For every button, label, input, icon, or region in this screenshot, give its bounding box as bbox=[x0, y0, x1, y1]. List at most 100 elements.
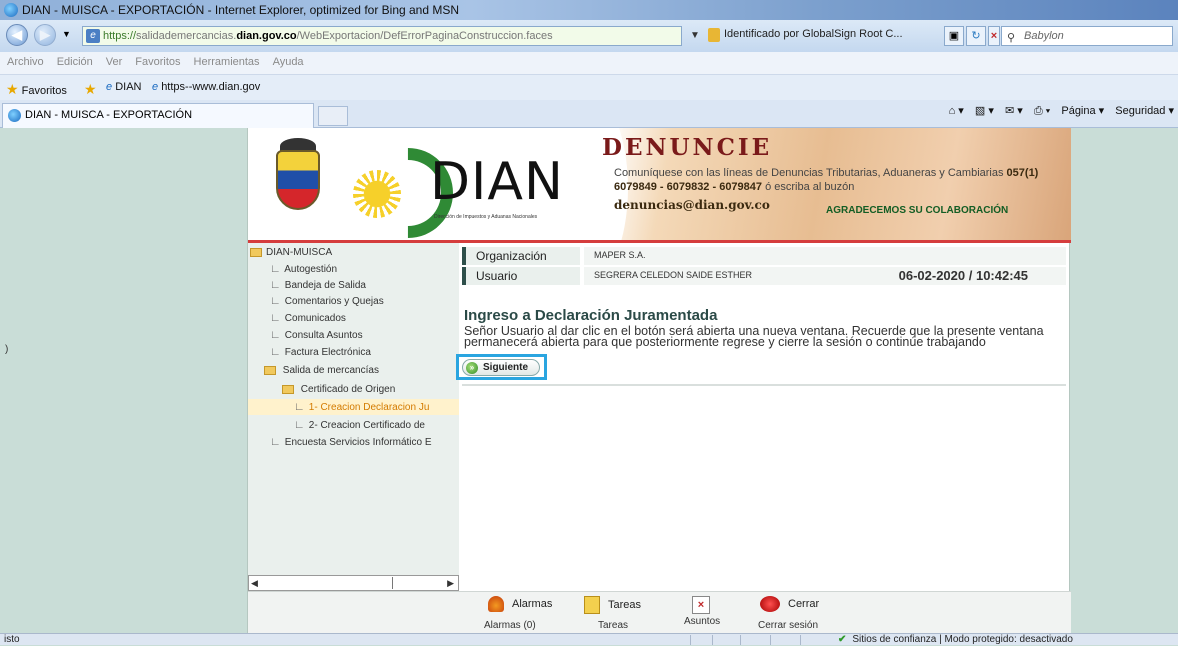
search-placeholder: Babylon bbox=[1024, 30, 1064, 42]
tree-item-consulta[interactable]: ∟ Consulta Asuntos bbox=[270, 327, 363, 343]
menu-herramientas[interactable]: Herramientas bbox=[187, 52, 266, 68]
scroll-right-icon[interactable]: ▶ bbox=[447, 578, 454, 589]
lock-icon[interactable] bbox=[708, 28, 720, 42]
tree-item-label: Autogestión bbox=[284, 264, 338, 275]
tree-item-salida[interactable]: Salida de mercancías bbox=[264, 363, 379, 379]
next-button[interactable]: » Siguiente bbox=[462, 359, 540, 376]
tree-item-encuesta[interactable]: ∟ Encuesta Servicios Informático E bbox=[270, 434, 432, 450]
navigation-bar: ◀ ▶ ▼ e https://salidademercancias.dian.… bbox=[0, 20, 1178, 52]
back-button[interactable]: ◀ bbox=[6, 24, 28, 46]
forward-button[interactable]: ▶ bbox=[34, 24, 56, 46]
certificate-info[interactable]: Identificado por GlobalSign Root C... bbox=[724, 28, 903, 40]
denuncie-headline: DENUNCIE bbox=[602, 134, 773, 161]
menu-edicion[interactable]: Edición bbox=[50, 52, 99, 68]
page-heading: Ingreso a Declaración Juramentada bbox=[464, 307, 718, 324]
page-icon: e bbox=[86, 29, 100, 43]
print-icon[interactable]: ⎙ ▾ bbox=[1034, 105, 1050, 117]
ie-tab-icon bbox=[8, 109, 21, 122]
status-separator bbox=[712, 635, 713, 645]
close-label: Cerrar bbox=[788, 597, 820, 610]
tasks-sub-label: Tareas bbox=[598, 620, 629, 631]
window-title: DIAN - MUISCA - EXPORTACIÓN - Internet E… bbox=[22, 3, 460, 17]
colombia-coat-of-arms-icon bbox=[276, 150, 320, 210]
tree-item-creacion-declaracion[interactable]: ∟ 1- Creacion Declaracion Ju bbox=[248, 399, 459, 415]
refresh-icon[interactable]: ↻ bbox=[966, 26, 986, 46]
search-icon: ⚲ bbox=[1007, 32, 1016, 44]
address-dropdown-icon[interactable]: ▼ bbox=[690, 30, 700, 41]
mail-icon[interactable]: ✉ ▾ bbox=[1005, 105, 1023, 117]
user-value: SEGRERA CELEDON SAIDE ESTHER 06-02-2020 /… bbox=[584, 267, 1066, 285]
new-tab-button[interactable] bbox=[318, 106, 348, 126]
security-menu[interactable]: Seguridad ▾ bbox=[1115, 105, 1174, 117]
sidebar-tree: DIAN-MUISCA ∟ Autogestión ∟ Bandeja de S… bbox=[248, 243, 459, 591]
tree-item-bandeja[interactable]: ∟ Bandeja de Salida bbox=[270, 277, 366, 293]
tab-dian-muisca[interactable]: DIAN - MUISCA - EXPORTACIÓN bbox=[2, 103, 314, 128]
tree-item-certificado-origen[interactable]: Certificado de Origen bbox=[282, 382, 395, 398]
security-zone[interactable]: ✔ Sitios de confianza | Modo protegido: d… bbox=[838, 634, 1073, 646]
tree-item-label: 1- Creacion Declaracion Ju bbox=[308, 402, 430, 413]
folder-icon bbox=[250, 247, 262, 257]
close-session-label: Cerrar sesión bbox=[758, 620, 819, 631]
menu-archivo[interactable]: Archivo bbox=[0, 52, 50, 68]
tree-root-label: DIAN-MUISCA bbox=[266, 247, 333, 258]
tree-root[interactable]: DIAN-MUISCA bbox=[250, 245, 332, 261]
tree-item-label: Bandeja de Salida bbox=[284, 280, 366, 291]
address-bar[interactable]: e https://salidademercancias.dian.gov.co… bbox=[82, 26, 682, 46]
alarms-label: Alarmas bbox=[512, 597, 553, 610]
tree-item-label: Salida de mercancías bbox=[282, 365, 379, 376]
close-button[interactable]: Cerrar bbox=[760, 596, 819, 612]
page-menu[interactable]: Página ▾ bbox=[1061, 105, 1104, 117]
close-x-icon: × bbox=[692, 596, 710, 614]
search-input[interactable]: ⚲ Babylon bbox=[1001, 26, 1173, 46]
tree-item-autogestion[interactable]: ∟ Autogestión bbox=[270, 261, 337, 277]
tree-item-label: Consulta Asuntos bbox=[284, 330, 363, 341]
scroll-thumb[interactable] bbox=[263, 577, 393, 589]
forward-arrows-icon: » bbox=[466, 362, 478, 374]
denuncie-banner: DENUNCIE Comuníquese con las líneas de D… bbox=[568, 128, 1071, 240]
history-dropdown-icon[interactable]: ▼ bbox=[62, 29, 71, 39]
sidebar-horizontal-scrollbar[interactable]: ◀ ▶ bbox=[248, 575, 459, 591]
tree-item-label: 2- Creacion Certificado de bbox=[308, 420, 425, 431]
tree-item-comentarios[interactable]: ∟ Comentarios y Quejas bbox=[270, 293, 384, 309]
ie-logo-icon bbox=[4, 3, 18, 17]
user-name: SEGRERA CELEDON SAIDE ESTHER bbox=[594, 270, 753, 280]
tree-item-factura[interactable]: ∟ Factura Electrónica bbox=[270, 344, 371, 360]
status-separator bbox=[800, 635, 801, 645]
organization-label: Organización bbox=[462, 247, 580, 265]
edge-mark: ) bbox=[5, 344, 9, 355]
tree-item-comunicados[interactable]: ∟ Comunicados bbox=[270, 310, 346, 326]
check-icon: ✔ bbox=[838, 634, 847, 645]
denuncie-email: denuncias@dian.gov.co bbox=[614, 198, 770, 212]
stop-icon[interactable]: × bbox=[988, 26, 1000, 46]
fav-item-dian[interactable]: e DIAN bbox=[106, 81, 141, 93]
star-icon: ★ bbox=[6, 81, 19, 97]
dian-logo-text: DIAN bbox=[430, 152, 564, 212]
status-text: isto bbox=[4, 634, 20, 645]
menu-ayuda[interactable]: Ayuda bbox=[266, 52, 310, 68]
compat-view-icon[interactable]: ▣ bbox=[944, 26, 964, 46]
denuncie-thanks: AGRADECEMOS SU COLABORACIÓN bbox=[826, 205, 1009, 216]
fav-item-dian-gov[interactable]: e https--www.dian.gov bbox=[152, 81, 260, 93]
page-viewport: ) DENUNCIE Comuníquese con las líneas de… bbox=[0, 128, 1178, 633]
menu-ver[interactable]: Ver bbox=[99, 52, 129, 68]
favorites-button[interactable]: ★ Favoritos bbox=[6, 81, 67, 98]
subjects-button[interactable]: × bbox=[692, 596, 710, 614]
tree-item-label: Comunicados bbox=[284, 313, 346, 324]
tasks-icon bbox=[584, 596, 600, 614]
menu-favoritos[interactable]: Favoritos bbox=[128, 52, 186, 68]
user-row: Usuario SEGRERA CELEDON SAIDE ESTHER 06-0… bbox=[462, 267, 1066, 285]
footer-toolbar: Alarmas Alarmas (0) Tareas Tareas × Asun… bbox=[248, 591, 1071, 633]
denuncie-text-pre: Comuníquese con las líneas de Denuncias … bbox=[614, 167, 1007, 179]
feeds-icon[interactable]: ▧ ▾ bbox=[975, 105, 994, 117]
alarms-button[interactable]: Alarmas bbox=[488, 596, 552, 612]
tree-item-creacion-certificado[interactable]: ∟ 2- Creacion Certificado de bbox=[294, 417, 425, 433]
tasks-button[interactable]: Tareas bbox=[584, 596, 641, 614]
next-button-highlight: » Siguiente bbox=[456, 354, 547, 380]
page-description: Señor Usuario al dar clic en el botón se… bbox=[464, 324, 1044, 349]
security-zone-label: Sitios de confianza | Modo protegido: de… bbox=[852, 634, 1073, 645]
ie-page-icon: e bbox=[152, 81, 159, 93]
add-favorite-icon[interactable]: ★ bbox=[84, 81, 97, 98]
home-icon[interactable]: ⌂ ▾ bbox=[949, 105, 964, 117]
scroll-left-icon[interactable]: ◀ bbox=[251, 578, 258, 589]
url-path: /WebExportacion/DefErrorPaginaConstrucci… bbox=[296, 30, 553, 42]
